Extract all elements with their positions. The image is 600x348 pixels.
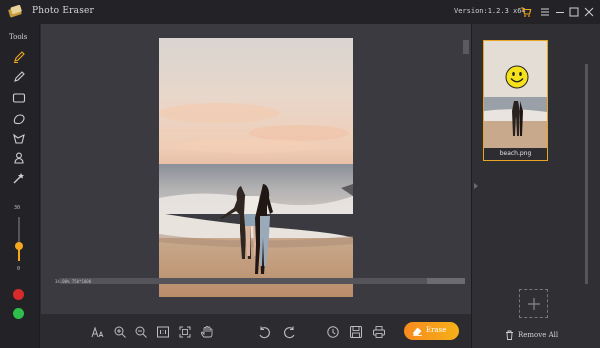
canvas-vertical-scrollbar[interactable]: [463, 40, 469, 54]
app-title: Photo Eraser: [32, 6, 95, 16]
person-icon[interactable]: [12, 151, 26, 165]
undo-icon[interactable]: [257, 325, 271, 339]
zoom-in-icon[interactable]: [113, 325, 127, 339]
magic-wand-icon[interactable]: [12, 171, 26, 185]
file-thumbnail-beach[interactable]: beach.png: [483, 40, 548, 161]
app-logo-icon: [8, 5, 22, 18]
remove-all-label: Remove All: [518, 331, 559, 339]
brush-icon[interactable]: [12, 50, 26, 64]
file-name: beach.png: [484, 148, 547, 160]
rectangle-icon[interactable]: [12, 91, 26, 105]
text-size-icon[interactable]: [91, 325, 105, 339]
canvas-area[interactable]: [41, 24, 471, 314]
trash-icon: [506, 330, 513, 340]
lasso-icon[interactable]: [12, 112, 26, 126]
polygon-lasso-icon[interactable]: [12, 132, 26, 146]
red-color-swatch[interactable]: [13, 289, 24, 300]
cart-icon[interactable]: [520, 6, 532, 18]
print-icon[interactable]: [372, 325, 386, 339]
erase-button[interactable]: Erase: [404, 322, 459, 340]
thumbnail-image: [484, 41, 547, 148]
brush-size-min: 0: [17, 266, 21, 272]
redo-icon[interactable]: [283, 325, 297, 339]
brush-size-max: 30: [14, 205, 21, 211]
plus-icon: [528, 298, 540, 310]
menu-icon[interactable]: [539, 6, 551, 18]
canvas-horizontal-scrollbar[interactable]: [60, 278, 430, 284]
tools-label: Tools: [9, 33, 28, 41]
minimize-icon[interactable]: [554, 6, 566, 18]
green-color-swatch[interactable]: [13, 308, 24, 319]
canvas-horizontal-scroll-thumb[interactable]: [427, 278, 465, 284]
collapse-panel-icon[interactable]: [474, 183, 478, 189]
history-icon[interactable]: [326, 325, 340, 339]
beach-photo[interactable]: [159, 38, 353, 297]
eraser-icon: [413, 327, 422, 336]
actual-size-icon[interactable]: [156, 325, 170, 339]
zoom-info: 34.00% 750*1000: [55, 279, 92, 284]
tools-panel: Tools 30 0: [0, 24, 40, 348]
add-image-button[interactable]: [519, 289, 548, 318]
title-bar: Photo Eraser Version:1.2.3 x64: [0, 0, 600, 24]
maximize-icon[interactable]: [568, 6, 580, 18]
erase-button-label: Erase: [426, 326, 447, 334]
pen-icon[interactable]: [12, 70, 26, 84]
brush-size-thumb[interactable]: [15, 241, 23, 250]
fit-screen-icon[interactable]: [178, 325, 192, 339]
version-label: Version:1.2.3 x64: [454, 7, 526, 15]
close-icon[interactable]: [583, 6, 595, 18]
smiley-sticker-icon: [505, 65, 529, 89]
hand-icon[interactable]: [200, 325, 214, 339]
zoom-out-icon[interactable]: [134, 325, 148, 339]
file-list-scrollbar[interactable]: [585, 64, 588, 284]
save-icon[interactable]: [349, 325, 363, 339]
